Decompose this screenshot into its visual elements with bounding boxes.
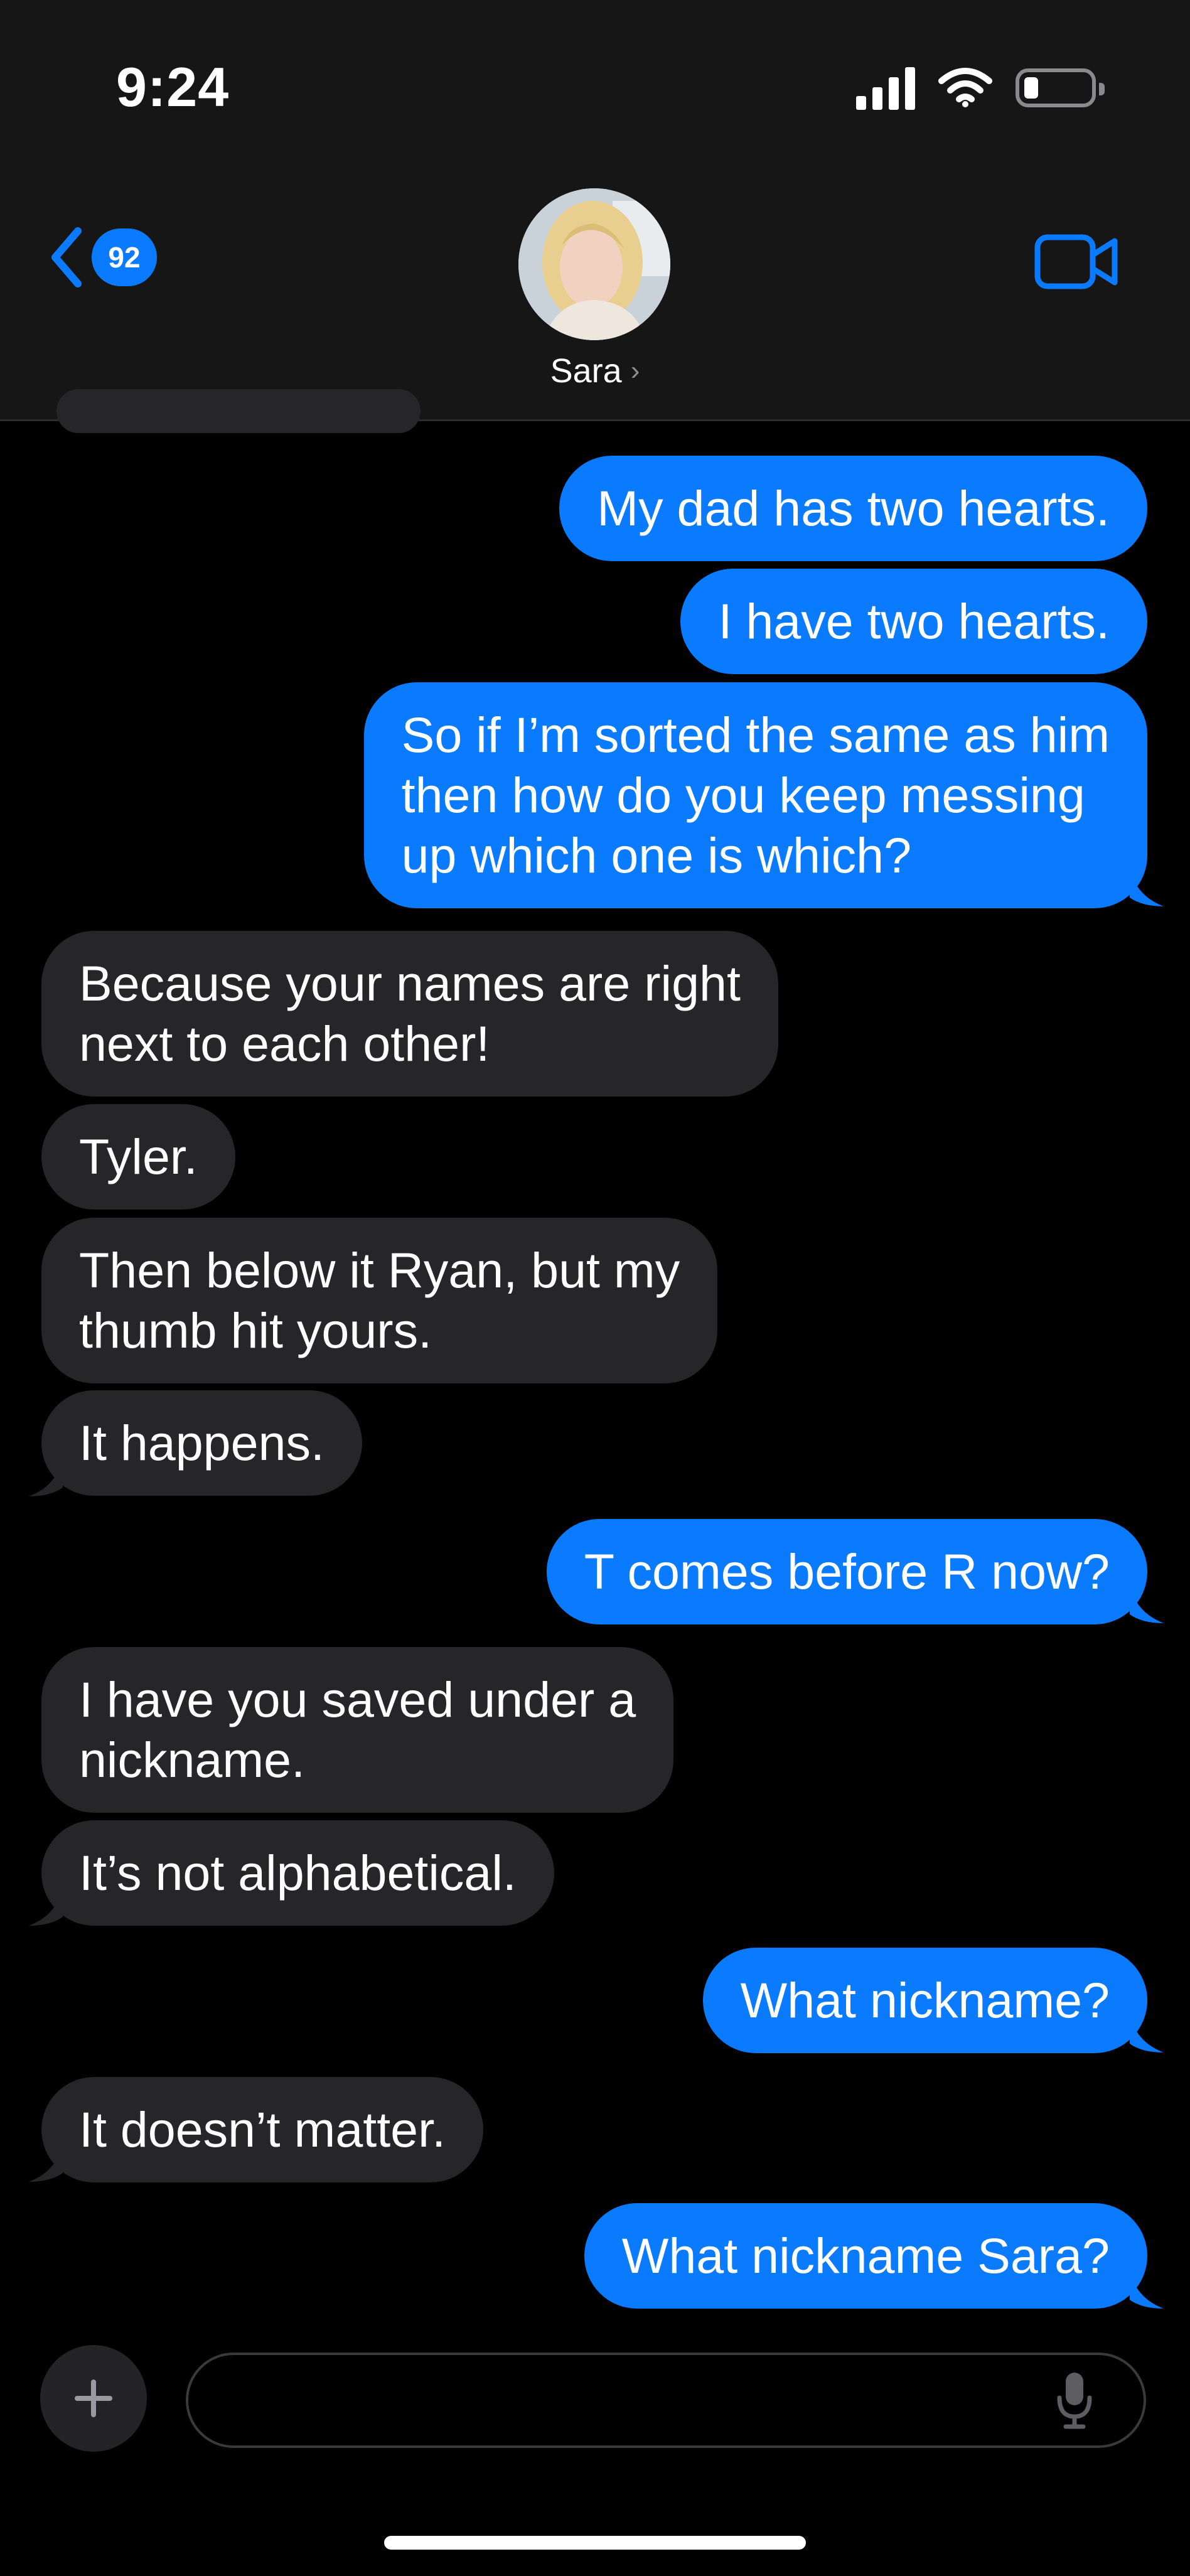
unread-badge: 92 [92, 228, 157, 286]
message-bubble-outgoing[interactable]: So if I’m sorted the same as him then ho… [363, 682, 1147, 908]
message-bubble-incoming[interactable]: It happens. [41, 1390, 362, 1496]
home-indicator[interactable] [384, 2536, 806, 2550]
message-text: up which one is which? [401, 827, 912, 883]
message-bubble-outgoing[interactable]: What nickname? [702, 1948, 1147, 2053]
message-text: I have you saved under a [79, 1672, 636, 1727]
status-time: 9:24 [116, 56, 230, 118]
message-bubble-incoming[interactable]: Because your names are right next to eac… [41, 931, 778, 1097]
message-text: thumb hit yours. [79, 1302, 432, 1358]
message-bubble-incoming[interactable]: Tyler. [41, 1104, 235, 1210]
message-text: What nickname? [740, 1972, 1110, 2028]
message-text: next to each other! [79, 1016, 490, 1071]
bubble-tail [29, 1889, 63, 1926]
message-text: then how do you keep messing [401, 767, 1085, 823]
contact-name: Sara [550, 352, 622, 390]
chevron-right-icon: › [630, 355, 640, 386]
message-bubble-outgoing[interactable]: T comes before R now? [546, 1519, 1147, 1624]
bubble-tail [1130, 870, 1164, 906]
cellular-signal-icon [856, 66, 915, 110]
message-text: Then below it Ryan, but my [79, 1242, 680, 1298]
chevron-left-icon [51, 227, 82, 287]
message-text: It’s not alphabetical. [79, 1845, 517, 1901]
conversation-header: 9:24 92 Sara › [0, 0, 1190, 421]
message-text: Because your names are right [79, 955, 741, 1011]
bubble-tail [1130, 2272, 1164, 2309]
message-bubble-outgoing[interactable]: What nickname Sara? [584, 2203, 1147, 2309]
message-text: So if I’m sorted the same as him [401, 707, 1110, 763]
message-text: nickname. [79, 1732, 306, 1788]
message-text: Tyler. [79, 1129, 198, 1184]
contact-avatar[interactable] [518, 188, 670, 340]
bubble-tail [1130, 1587, 1164, 1623]
message-text: It happens. [79, 1415, 324, 1471]
message-bubble-incoming[interactable]: Then below it Ryan, but my thumb hit you… [41, 1218, 718, 1383]
bubble-tail [29, 1460, 63, 1496]
contact-name-button[interactable]: Sara › [0, 352, 1190, 390]
message-bubble-incoming[interactable]: It’s not alphabetical. [41, 1820, 554, 1926]
bubble-tail [1130, 2016, 1164, 2053]
dictation-button[interactable] [1054, 2370, 1095, 2434]
message-bubble-outgoing[interactable]: I have two hearts. [680, 569, 1147, 674]
message-text: T comes before R now? [584, 1543, 1110, 1599]
video-camera-icon [1034, 234, 1118, 289]
message-text: My dad has two hearts. [597, 480, 1110, 536]
message-text: I have two hearts. [718, 593, 1110, 649]
message-bubble-partial [56, 389, 421, 433]
wifi-icon [938, 68, 992, 107]
message-text: What nickname Sara? [621, 2228, 1110, 2284]
video-call-button[interactable] [1034, 233, 1120, 293]
message-bubble-incoming[interactable]: It doesn’t matter. [41, 2077, 484, 2182]
message-input[interactable] [186, 2353, 1146, 2448]
plus-icon [75, 2380, 112, 2417]
message-bubble-incoming[interactable]: I have you saved under a nickname. [41, 1647, 674, 1813]
back-button[interactable]: 92 [48, 226, 157, 289]
add-attachment-button[interactable] [40, 2345, 147, 2452]
status-icons [856, 63, 1105, 113]
battery-icon [1016, 68, 1105, 107]
bubble-tail [29, 2145, 63, 2182]
microphone-icon [1057, 2373, 1092, 2429]
message-text: It doesn’t matter. [79, 2101, 446, 2157]
message-bubble-outgoing[interactable]: My dad has two hearts. [559, 456, 1147, 561]
